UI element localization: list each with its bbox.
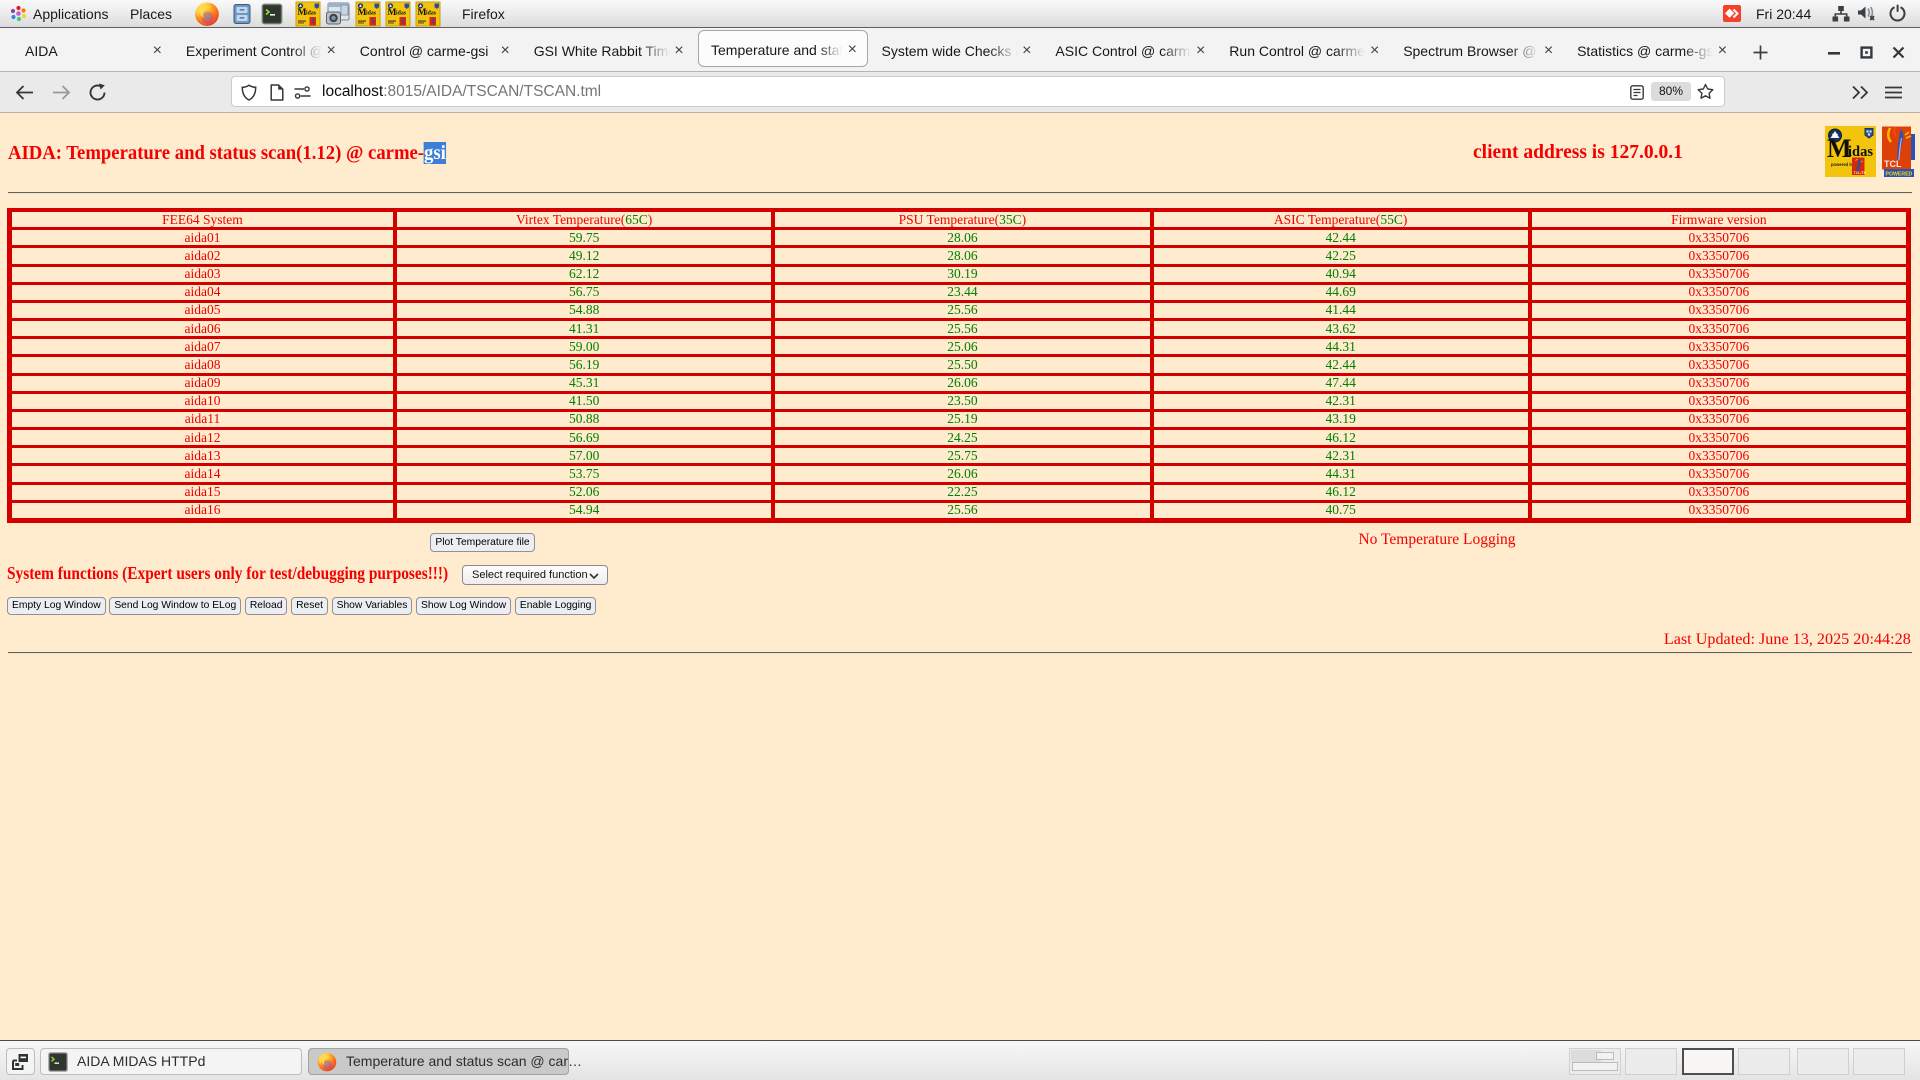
svg-text:powered by: powered by [1831, 162, 1855, 167]
svg-text:idas: idas [426, 11, 437, 17]
svg-text:TCL/TK: TCL/TK [1854, 171, 1867, 175]
svg-text:idas: idas [366, 11, 377, 17]
svg-text:idas: idas [396, 11, 407, 17]
svg-text:TCL: TCL [1884, 159, 1902, 169]
svg-text:POWERED: POWERED [1886, 171, 1913, 177]
svg-text:idas: idas [306, 11, 317, 17]
